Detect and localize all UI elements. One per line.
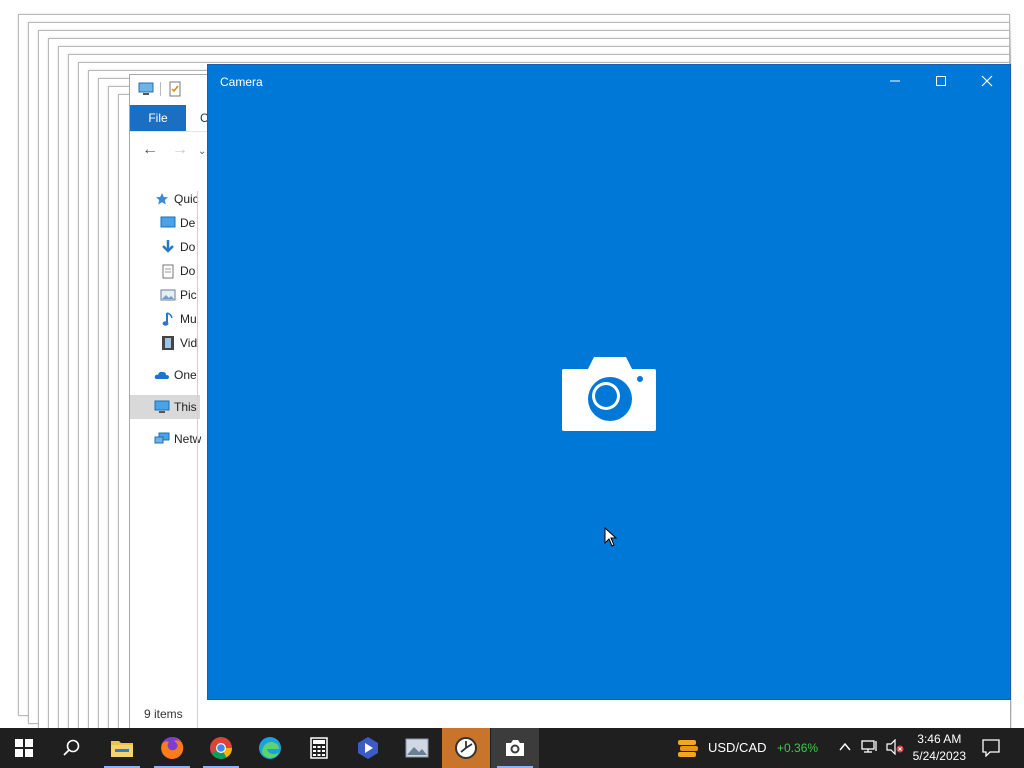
- forward-arrow-icon[interactable]: →: [172, 141, 188, 159]
- system-clock[interactable]: 3:46 AM 5/24/2023: [913, 731, 966, 765]
- back-arrow-icon[interactable]: ←: [142, 141, 158, 159]
- ticker-change: +0.36%: [777, 741, 819, 755]
- camera-icon: [562, 357, 656, 431]
- chevron-down-icon[interactable]: ⌄: [198, 146, 206, 157]
- file-tab[interactable]: File: [130, 105, 186, 131]
- document-icon: [160, 263, 176, 279]
- ticker-symbol: USD/CAD: [708, 740, 767, 755]
- desktop-icon: [160, 215, 176, 231]
- window-controls: [872, 65, 1010, 97]
- start-button[interactable]: [0, 728, 48, 768]
- sidebar-item-label: Do: [180, 264, 196, 278]
- chrome-icon: [210, 737, 232, 759]
- taskbar-video-editor[interactable]: [344, 728, 392, 768]
- taskbar: USD/CAD +0.36% 3:46 AM 5/24/2023: [0, 728, 1024, 768]
- taskbar-edge[interactable]: [246, 728, 294, 768]
- chevron-up-icon[interactable]: [838, 740, 852, 759]
- navigation-pane: Quic De Do Do Pic Mu Vid One This Netw: [130, 185, 201, 699]
- window-title: Camera: [220, 75, 263, 89]
- folder-icon: [111, 741, 133, 757]
- camera-window: Camera: [207, 64, 1011, 700]
- video-editor-icon: [358, 737, 378, 759]
- videos-icon: [160, 335, 176, 351]
- notification-center-icon[interactable]: [982, 739, 1000, 762]
- sidebar-item-label: Pic: [180, 288, 197, 302]
- this-pc-icon: [154, 399, 170, 415]
- toolbar-divider: [160, 82, 161, 96]
- clock-time: 3:46 AM: [917, 732, 962, 746]
- calculator-icon: [310, 737, 328, 759]
- sidebar-item-label: Mu: [180, 312, 197, 326]
- volume-muted-icon[interactable]: [886, 738, 904, 760]
- sidebar-item-label: This: [174, 400, 197, 414]
- properties-icon[interactable]: [167, 81, 183, 97]
- currency-ticker-widget[interactable]: USD/CAD +0.36%: [676, 728, 826, 768]
- network-icon: [154, 431, 170, 447]
- quick-access-toolbar: [138, 81, 183, 97]
- music-icon: [160, 311, 176, 327]
- close-button[interactable]: [964, 65, 1010, 97]
- taskbar-calculator[interactable]: [295, 728, 343, 768]
- sidebar-item-label: Vid: [180, 336, 198, 350]
- photos-icon: [405, 738, 429, 758]
- camera-icon: [506, 740, 524, 756]
- taskbar-firefox[interactable]: [148, 728, 196, 768]
- taskbar-clock-app[interactable]: [442, 728, 490, 768]
- taskbar-file-explorer[interactable]: [98, 728, 146, 768]
- taskbar-camera[interactable]: [491, 728, 539, 768]
- taskbar-photos[interactable]: [393, 728, 441, 768]
- download-icon: [160, 239, 176, 255]
- sidebar-item-label: One: [174, 368, 197, 382]
- sidebar-item-label: De: [180, 216, 196, 230]
- alarm-clock-icon: [455, 737, 477, 759]
- close-icon: [981, 75, 993, 87]
- windows-logo-icon: [15, 739, 33, 757]
- edge-icon: [259, 737, 281, 759]
- sidebar-item-this-pc[interactable]: This: [130, 395, 200, 419]
- clock-date: 5/24/2023: [912, 749, 966, 763]
- mouse-pointer-icon: [604, 527, 618, 547]
- pane-divider: [197, 191, 198, 729]
- minimize-icon: [890, 80, 900, 82]
- sidebar-item-label: Quic: [174, 192, 199, 206]
- network-status-icon[interactable]: [861, 739, 879, 760]
- taskbar-chrome[interactable]: [197, 728, 245, 768]
- onedrive-icon: [154, 367, 170, 383]
- firefox-icon: [161, 736, 184, 759]
- star-icon: [154, 191, 170, 207]
- sidebar-item-label: Do: [180, 240, 196, 254]
- pictures-icon: [160, 287, 176, 303]
- search-button[interactable]: [48, 728, 96, 768]
- maximize-icon: [936, 76, 946, 86]
- maximize-button[interactable]: [918, 65, 964, 97]
- this-pc-icon[interactable]: [138, 81, 154, 97]
- search-icon: [63, 739, 80, 756]
- status-bar-item-count: 9 items: [144, 707, 183, 721]
- minimize-button[interactable]: [872, 65, 918, 97]
- money-stack-icon: [678, 740, 698, 757]
